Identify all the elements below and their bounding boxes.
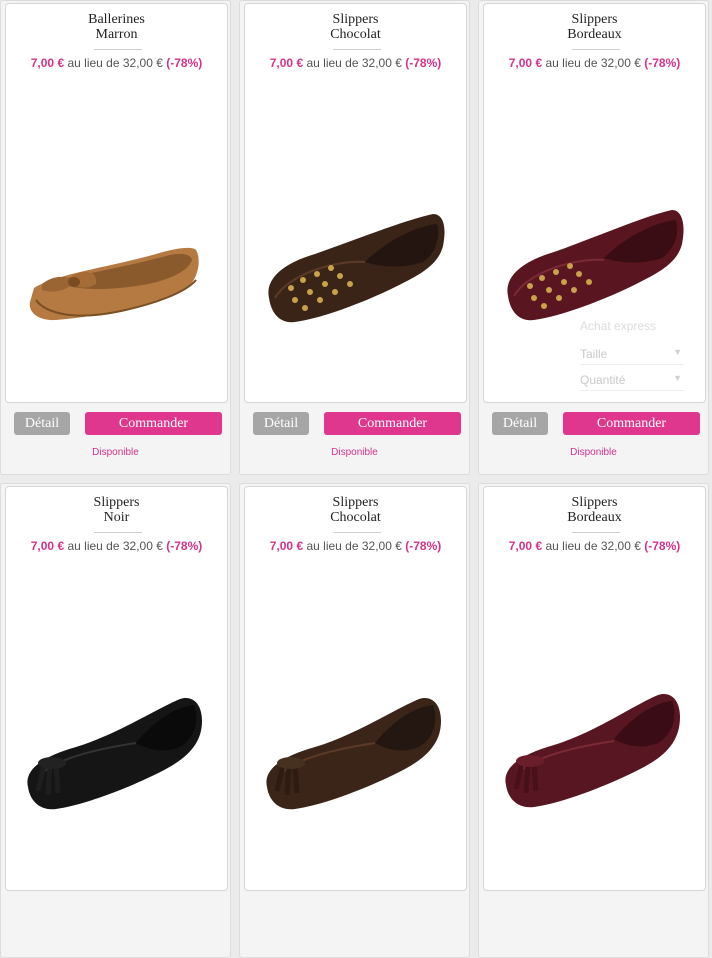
discount-badge: (-78%) [166,539,203,553]
product-name: Slippers Bordeaux [567,495,622,525]
product-image[interactable] [494,685,694,825]
product-card: Slippers Chocolat 7,00 € au lieu de 32,0… [239,483,470,958]
quantity-select[interactable]: Quantité ▼ [580,373,684,391]
chevron-down-icon: ▼ [673,347,682,357]
product-name: Ballerines Marron [88,12,145,42]
product-image-card[interactable]: Slippers Noir 7,00 € au lieu de 32,00 € … [5,486,228,891]
order-button[interactable]: Commander [85,412,222,435]
sale-price: 7,00 € [30,539,65,553]
sale-price: 7,00 € [508,539,543,553]
title-divider [333,49,381,50]
sale-price: 7,00 € [269,539,304,553]
price-line: 7,00 € au lieu de 32,00 € (-78%) [484,539,705,553]
order-button[interactable]: Commander [563,412,700,435]
product-image[interactable] [255,687,455,827]
product-name: Slippers Chocolat [330,12,381,42]
discount-badge: (-78%) [166,56,203,70]
availability-status: Disponible [331,447,378,458]
discount-badge: (-78%) [644,56,681,70]
price-line: 7,00 € au lieu de 32,00 € (-78%) [6,539,227,553]
product-card: Slippers Chocolat 7,00 € au lieu de 32,0… [239,0,470,475]
discount-badge: (-78%) [644,539,681,553]
product-image-card[interactable]: Slippers Bordeaux 7,00 € au lieu de 32,0… [483,486,706,891]
detail-button[interactable]: Détail [14,412,70,435]
product-image[interactable] [255,202,455,342]
title-divider [94,532,142,533]
product-card: Slippers Bordeaux 7,00 € au lieu de 32,0… [478,0,709,475]
price-line: 7,00 € au lieu de 32,00 € (-78%) [484,56,705,70]
product-card: Slippers Bordeaux 7,00 € au lieu de 32,0… [478,483,709,958]
detail-button[interactable]: Détail [492,412,548,435]
title-divider [572,532,620,533]
original-price: au lieu de 32,00 € [545,539,641,553]
availability-status: Disponible [570,447,617,458]
product-image-card[interactable]: Slippers Chocolat 7,00 € au lieu de 32,0… [244,3,467,403]
product-card: Slippers Noir 7,00 € au lieu de 32,00 € … [0,483,231,958]
price-line: 7,00 € au lieu de 32,00 € (-78%) [245,56,466,70]
original-price: au lieu de 32,00 € [306,56,402,70]
original-price: au lieu de 32,00 € [67,56,163,70]
price-line: 7,00 € au lieu de 32,00 € (-78%) [245,539,466,553]
product-name: Slippers Bordeaux [567,12,622,42]
original-price: au lieu de 32,00 € [545,56,641,70]
product-name: Slippers Noir [93,495,140,525]
discount-badge: (-78%) [405,56,442,70]
sale-price: 7,00 € [30,56,65,70]
original-price: au lieu de 32,00 € [306,539,402,553]
product-image[interactable] [16,687,216,827]
detail-button[interactable]: Détail [253,412,309,435]
sale-price: 7,00 € [508,56,543,70]
availability-status: Disponible [92,447,139,458]
product-image-card[interactable]: Slippers Bordeaux 7,00 € au lieu de 32,0… [483,3,706,403]
size-select[interactable]: Taille ▼ [580,347,684,365]
title-divider [94,49,142,50]
price-line: 7,00 € au lieu de 32,00 € (-78%) [6,56,227,70]
title-divider [572,49,620,50]
discount-badge: (-78%) [405,539,442,553]
product-image-card[interactable]: Slippers Chocolat 7,00 € au lieu de 32,0… [244,486,467,891]
original-price: au lieu de 32,00 € [67,539,163,553]
product-image[interactable] [16,224,216,364]
product-grid: Ballerines Marron 7,00 € au lieu de 32,0… [0,0,712,958]
sale-price: 7,00 € [269,56,304,70]
order-button[interactable]: Commander [324,412,461,435]
product-image-card[interactable]: Ballerines Marron 7,00 € au lieu de 32,0… [5,3,228,403]
product-name: Slippers Chocolat [330,495,381,525]
quick-order-title: Achat express [580,319,657,333]
title-divider [333,532,381,533]
chevron-down-icon: ▼ [673,373,682,383]
product-card: Ballerines Marron 7,00 € au lieu de 32,0… [0,0,231,475]
